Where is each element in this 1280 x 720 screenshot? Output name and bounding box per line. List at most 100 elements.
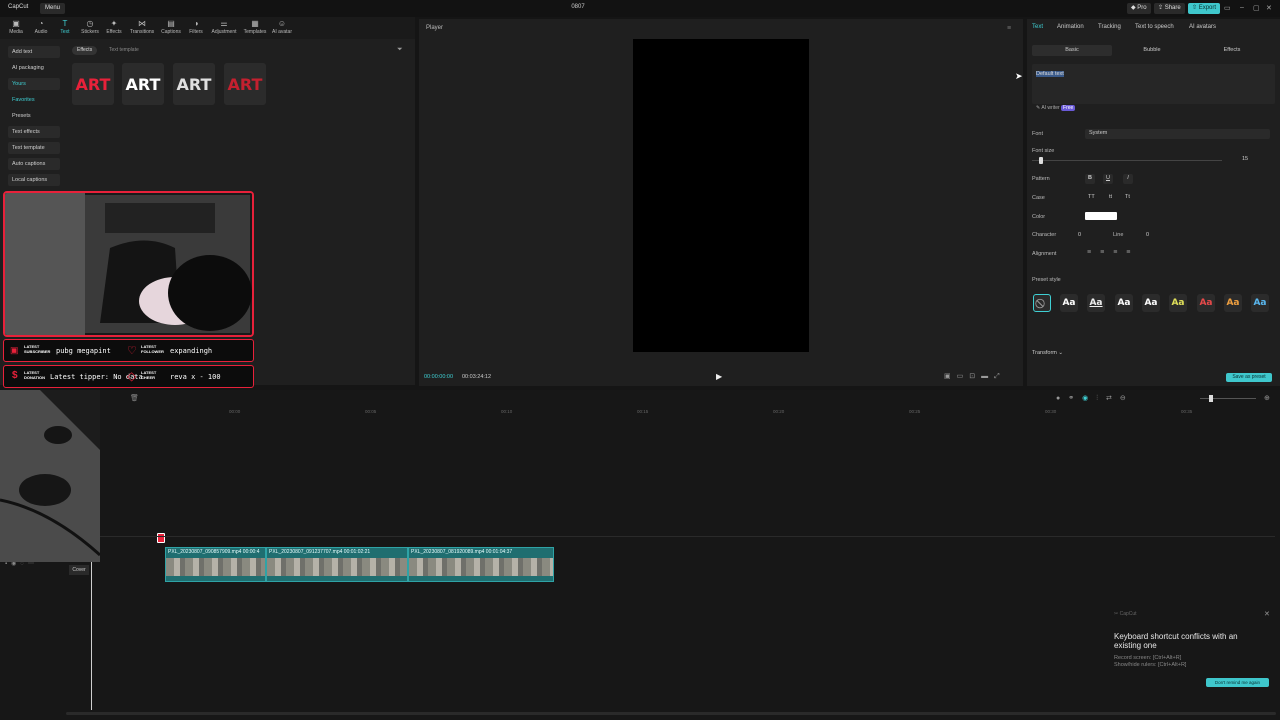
preset-style[interactable]: Aa (1087, 294, 1105, 312)
case-upper-button[interactable]: TT (1088, 194, 1095, 200)
toast-close-icon[interactable]: ✕ (1264, 610, 1270, 618)
tool-templates[interactable]: ▦ Templates (241, 19, 269, 39)
tool-captions[interactable]: ▤ Captions (157, 19, 185, 39)
save-preset-button[interactable]: Save as preset (1226, 373, 1272, 382)
font-size-value[interactable]: 15 (1242, 156, 1248, 162)
cover-button[interactable]: Cover (69, 565, 89, 575)
preset-style[interactable]: Aa (1224, 294, 1242, 312)
player-menu-icon[interactable]: ≡ (1007, 25, 1011, 32)
align-justify-icon[interactable]: ≡ (1126, 249, 1139, 256)
playhead-handle[interactable] (157, 533, 165, 543)
tab-ai-avatars[interactable]: AI avatars (1189, 24, 1216, 30)
line-spacing-value[interactable]: 0 (1146, 232, 1149, 238)
ai-avatar-icon: ☺ (277, 19, 287, 28)
dont-remind-button[interactable]: Don't remind me again (1206, 678, 1269, 687)
bold-button[interactable]: B (1085, 174, 1095, 184)
tool-media[interactable]: ▣ Media (2, 19, 30, 39)
minimize-icon[interactable]: – (1240, 4, 1244, 11)
subtab-effects[interactable]: Effects (1192, 45, 1272, 56)
text-effect-card[interactable]: ART (224, 63, 266, 105)
preview-axis-icon[interactable]: ⇄ (1106, 395, 1120, 402)
quality-icon[interactable]: ▬ (981, 373, 994, 380)
italic-button[interactable]: I (1123, 174, 1133, 184)
video-clip[interactable]: PXL_20230807_091237707.mp4 00:01:02:21 (266, 547, 408, 582)
font-select[interactable]: System (1085, 129, 1270, 139)
subtab-bubble[interactable]: Bubble (1112, 45, 1192, 56)
sidenav-text-effects[interactable]: Text effects (8, 126, 60, 138)
layout-icon[interactable]: ▭ (1224, 4, 1231, 12)
align-right-icon[interactable]: ≡ (1113, 249, 1126, 256)
tab-text-to-speech[interactable]: Text to speech (1135, 24, 1174, 30)
tool-effects[interactable]: ✦ Effects (100, 19, 128, 39)
tool-filters[interactable]: ◑ Filters (182, 19, 210, 39)
transform-toggle[interactable]: Transform ⌄ (1032, 350, 1063, 356)
tool-ai-avatar[interactable]: ☺ AI avatar (268, 19, 296, 39)
align-left-icon[interactable]: ≡ (1087, 249, 1100, 256)
preset-style[interactable]: Aa (1251, 294, 1269, 312)
underline-button[interactable]: U (1103, 174, 1113, 184)
video-clip[interactable]: PXL_20230807_081920089.mp4 00:01:04:37 (408, 547, 554, 582)
zoom-in-icon[interactable]: ⊕ (1264, 394, 1270, 402)
menu-button[interactable]: Menu (40, 3, 66, 14)
notification-toast: ✂ CapCut ✕ Keyboard shortcut conflicts w… (1108, 608, 1278, 688)
filter-icon[interactable]: ⏷ (397, 46, 403, 54)
tab-animation[interactable]: Animation (1057, 24, 1084, 30)
preset-none-icon[interactable]: ⃠ (1033, 294, 1051, 312)
split-icon[interactable]: ⫶ (1096, 395, 1106, 402)
preset-style[interactable]: Aa (1115, 294, 1133, 312)
text-effect-card[interactable]: ART (122, 63, 164, 105)
tool-adjustment[interactable]: ⚌ Adjustment (210, 19, 238, 39)
sidenav-local-captions[interactable]: Local captions (8, 174, 60, 186)
mic-icon[interactable]: ● (1056, 395, 1068, 402)
video-preview[interactable] (633, 39, 809, 352)
timeline-toolbar: ●⚭◉⫶⇄⊖ (1056, 394, 1134, 403)
sidenav-ai-packaging[interactable]: AI packaging (8, 62, 60, 74)
sidenav-text-template[interactable]: Text template (8, 142, 60, 154)
sidenav-add-text[interactable]: Add text (8, 46, 60, 58)
export-button[interactable]: ⇧ Export (1188, 3, 1221, 14)
export-icon: ⇧ (1192, 5, 1199, 11)
preset-style[interactable]: Aa (1060, 294, 1078, 312)
font-size-slider-handle[interactable] (1039, 157, 1043, 164)
fullscreen-icon[interactable]: ⤢ (994, 373, 1006, 380)
timeline-scrollbar[interactable] (66, 712, 1276, 715)
sidenav-favorites[interactable]: Favorites (8, 94, 60, 106)
delete-icon[interactable]: 🗑 (130, 394, 139, 402)
maximize-icon[interactable]: ▢ (1253, 4, 1260, 12)
sidenav-auto-captions[interactable]: Auto captions (8, 158, 60, 170)
share-button[interactable]: ⇪ Share (1154, 3, 1185, 14)
ratio-icon[interactable]: ▭ (957, 373, 970, 380)
chip-text-template[interactable]: Text template (104, 46, 144, 55)
color-picker[interactable] (1085, 212, 1117, 220)
tab-tracking[interactable]: Tracking (1098, 24, 1121, 30)
text-input[interactable]: Default text (1032, 64, 1275, 104)
ai-writer-button[interactable]: ✎ AI writer Free (1036, 105, 1076, 111)
chip-effects[interactable]: Effects (72, 46, 98, 55)
zoom-slider-handle[interactable] (1209, 395, 1213, 402)
fit-icon[interactable]: ⊡ (969, 373, 981, 380)
sidenav-presets[interactable]: Presets (8, 110, 60, 122)
preset-style[interactable]: Aa (1197, 294, 1215, 312)
text-effect-card[interactable]: ART (72, 63, 114, 105)
font-size-slider[interactable] (1032, 160, 1222, 161)
crop-icon[interactable]: ▣ (944, 373, 957, 380)
preset-style[interactable]: Aa (1142, 294, 1160, 312)
preset-style[interactable]: Aa (1169, 294, 1187, 312)
link-icon[interactable]: ⚭ (1068, 395, 1082, 402)
text-effect-card[interactable]: ART (173, 63, 215, 105)
align-center-icon[interactable]: ≡ (1100, 249, 1113, 256)
video-clip[interactable]: PXL_20230807_090857909.mp4 00:00:4 (165, 547, 266, 582)
character-spacing-value[interactable]: 0 (1078, 232, 1081, 238)
tool-transitions[interactable]: ⋈ Transitions (128, 19, 156, 39)
zoom-out-icon[interactable]: ⊖ (1120, 395, 1134, 402)
pro-button[interactable]: ◆ Pro (1127, 3, 1151, 14)
tool-text[interactable]: T Text (51, 19, 79, 39)
case-lower-button[interactable]: tt (1109, 194, 1112, 200)
magnet-icon[interactable]: ◉ (1082, 395, 1096, 402)
case-title-button[interactable]: Tt (1125, 194, 1130, 200)
subtab-basic[interactable]: Basic (1032, 45, 1112, 56)
tab-text[interactable]: Text (1032, 24, 1043, 30)
sidenav-yours[interactable]: Yours (8, 78, 60, 90)
play-icon[interactable]: ▶ (716, 372, 722, 381)
close-icon[interactable]: ✕ (1266, 4, 1272, 12)
